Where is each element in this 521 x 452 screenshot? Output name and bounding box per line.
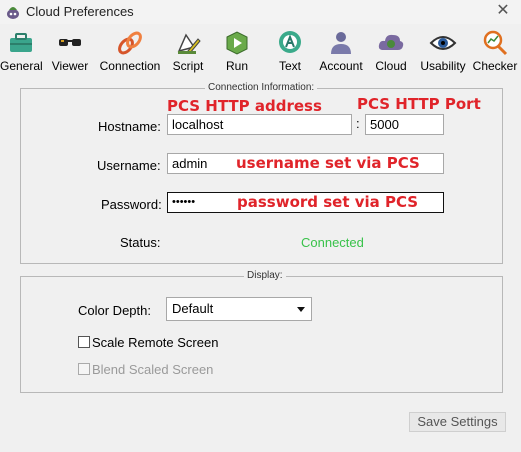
connection-info-title: Connection Information: bbox=[205, 82, 318, 93]
color-depth-select[interactable]: Default bbox=[166, 297, 312, 321]
app-logo-icon bbox=[7, 7, 19, 19]
toolbox-icon bbox=[10, 33, 32, 52]
toolbar-label: Script bbox=[172, 59, 204, 73]
scale-remote-label[interactable]: Scale Remote Screen bbox=[92, 335, 218, 350]
blend-scaled-label: Blend Scaled Screen bbox=[92, 362, 214, 377]
toolbar-checker-button[interactable]: Checker bbox=[470, 26, 520, 76]
hostname-label: Hostname: bbox=[98, 119, 161, 134]
eye-icon bbox=[429, 36, 457, 50]
cloud-icon bbox=[378, 34, 404, 50]
magnifier-chart-icon bbox=[483, 30, 508, 56]
password-label: Password: bbox=[101, 197, 162, 212]
chevron-down-icon bbox=[297, 307, 305, 312]
annotation-http-address: PCS HTTP address bbox=[167, 97, 322, 115]
toolbar-cloud-button[interactable]: Cloud bbox=[372, 26, 410, 76]
toolbar-label: Account bbox=[319, 59, 363, 73]
port-separator: : bbox=[356, 116, 360, 131]
status-value: Connected bbox=[301, 235, 364, 250]
toolbar-label: Cloud bbox=[375, 59, 407, 73]
toolbar-label: Checker bbox=[472, 59, 518, 73]
close-button[interactable]: ✕ bbox=[493, 1, 513, 21]
toolbar-label: Connection bbox=[99, 59, 161, 73]
scale-remote-checkbox[interactable] bbox=[78, 336, 90, 348]
toolbar-viewer-button[interactable]: Viewer bbox=[48, 26, 92, 76]
toolbar-label: Usability bbox=[420, 59, 466, 73]
status-label: Status: bbox=[120, 235, 161, 250]
script-pen-icon bbox=[177, 33, 201, 54]
toolbar-account-button[interactable]: Account bbox=[316, 26, 366, 76]
save-settings-button[interactable]: Save Settings bbox=[409, 412, 506, 432]
hostname-input[interactable]: localhost bbox=[167, 114, 352, 135]
port-input[interactable]: 5000 bbox=[365, 114, 444, 135]
toolbar-connection-button[interactable]: Connection bbox=[96, 26, 164, 76]
color-depth-value: Default bbox=[172, 301, 214, 316]
username-label: Username: bbox=[97, 158, 161, 173]
toolbar-run-button[interactable]: Run bbox=[218, 26, 256, 76]
chain-link-icon bbox=[118, 31, 142, 55]
toolbar-general-button[interactable]: General bbox=[0, 26, 43, 76]
annotation-http-port: PCS HTTP Port bbox=[357, 95, 481, 113]
account-person-icon bbox=[331, 32, 351, 54]
toolbar-label: General bbox=[0, 59, 43, 73]
blend-scaled-checkbox[interactable] bbox=[78, 363, 90, 375]
annotation-username: username set via PCS bbox=[236, 154, 420, 172]
toolbar-script-button[interactable]: Script bbox=[168, 26, 208, 76]
preferences-toolbar: General Viewer Connection Script Run Tex… bbox=[0, 26, 521, 76]
toolbar-label: Run bbox=[225, 59, 248, 73]
toolbar-usability-button[interactable]: Usability bbox=[418, 26, 468, 76]
title-bar: Cloud Preferences ✕ bbox=[0, 0, 521, 24]
toolbar-label: Viewer bbox=[51, 59, 89, 73]
text-ocr-icon bbox=[279, 31, 301, 53]
color-depth-label: Color Depth: bbox=[78, 303, 151, 318]
run-arrow-icon bbox=[226, 31, 248, 55]
toolbar-label: Text bbox=[278, 59, 301, 73]
window-title: Cloud Preferences bbox=[26, 4, 134, 19]
annotation-password: password set via PCS bbox=[237, 193, 419, 211]
glasses-icon bbox=[59, 39, 81, 46]
display-title: Display: bbox=[244, 270, 286, 281]
toolbar-text-button[interactable]: Text bbox=[270, 26, 310, 76]
